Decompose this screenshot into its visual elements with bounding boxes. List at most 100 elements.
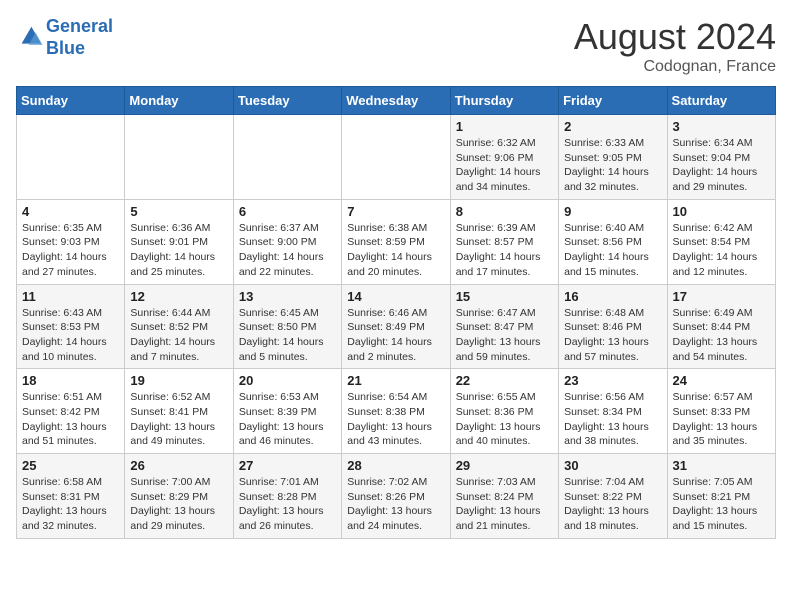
day-number: 21 — [347, 373, 444, 388]
day-detail: Sunrise: 6:57 AM Sunset: 8:33 PM Dayligh… — [673, 390, 770, 449]
col-header-monday: Monday — [125, 87, 233, 115]
logo-icon — [16, 24, 44, 52]
calendar-cell: 4 Sunrise: 6:35 AM Sunset: 9:03 PM Daylig… — [17, 199, 125, 284]
calendar-header-row: SundayMondayTuesdayWednesdayThursdayFrid… — [17, 87, 776, 115]
day-detail: Sunrise: 6:54 AM Sunset: 8:38 PM Dayligh… — [347, 390, 444, 449]
col-header-tuesday: Tuesday — [233, 87, 341, 115]
day-detail: Sunrise: 6:48 AM Sunset: 8:46 PM Dayligh… — [564, 306, 661, 365]
day-number: 26 — [130, 458, 227, 473]
calendar-cell: 29 Sunrise: 7:03 AM Sunset: 8:24 PM Dayli… — [450, 454, 558, 539]
calendar-cell: 15 Sunrise: 6:47 AM Sunset: 8:47 PM Dayli… — [450, 284, 558, 369]
calendar-cell: 9 Sunrise: 6:40 AM Sunset: 8:56 PM Daylig… — [559, 199, 667, 284]
day-detail: Sunrise: 6:58 AM Sunset: 8:31 PM Dayligh… — [22, 475, 119, 534]
calendar-cell: 12Sunrise: 6:44 AM Sunset: 8:52 PM Dayli… — [125, 284, 233, 369]
calendar-cell: 17Sunrise: 6:49 AM Sunset: 8:44 PM Dayli… — [667, 284, 775, 369]
calendar-cell: 16 Sunrise: 6:48 AM Sunset: 8:46 PM Dayli… — [559, 284, 667, 369]
day-detail: Sunrise: 7:00 AM Sunset: 8:29 PM Dayligh… — [130, 475, 227, 534]
calendar-cell: 11Sunrise: 6:43 AM Sunset: 8:53 PM Dayli… — [17, 284, 125, 369]
day-number: 12 — [130, 289, 227, 304]
day-detail: Sunrise: 7:03 AM Sunset: 8:24 PM Dayligh… — [456, 475, 553, 534]
day-number: 10 — [673, 204, 770, 219]
day-detail: Sunrise: 6:56 AM Sunset: 8:34 PM Dayligh… — [564, 390, 661, 449]
day-detail: Sunrise: 6:33 AM Sunset: 9:05 PM Dayligh… — [564, 136, 661, 195]
week-row-4: 18 Sunrise: 6:51 AM Sunset: 8:42 PM Dayli… — [17, 369, 776, 454]
month-title: August 2024 — [574, 16, 776, 58]
day-detail: Sunrise: 6:42 AM Sunset: 8:54 PM Dayligh… — [673, 221, 770, 280]
day-number: 1 — [456, 119, 553, 134]
day-number: 15 — [456, 289, 553, 304]
calendar-cell: 6 Sunrise: 6:37 AM Sunset: 9:00 PM Daylig… — [233, 199, 341, 284]
location-subtitle: Codognan, France — [574, 58, 776, 76]
day-detail: Sunrise: 6:51 AM Sunset: 8:42 PM Dayligh… — [22, 390, 119, 449]
calendar-cell: 23Sunrise: 6:56 AM Sunset: 8:34 PM Dayli… — [559, 369, 667, 454]
day-number: 6 — [239, 204, 336, 219]
calendar-cell — [233, 115, 341, 200]
day-detail: Sunrise: 6:34 AM Sunset: 9:04 PM Dayligh… — [673, 136, 770, 195]
calendar-cell: 22Sunrise: 6:55 AM Sunset: 8:36 PM Dayli… — [450, 369, 558, 454]
calendar-cell: 5 Sunrise: 6:36 AM Sunset: 9:01 PM Daylig… — [125, 199, 233, 284]
day-number: 30 — [564, 458, 661, 473]
col-header-thursday: Thursday — [450, 87, 558, 115]
calendar-cell: 8 Sunrise: 6:39 AM Sunset: 8:57 PM Daylig… — [450, 199, 558, 284]
day-detail: Sunrise: 7:02 AM Sunset: 8:26 PM Dayligh… — [347, 475, 444, 534]
logo: General Blue — [16, 16, 113, 59]
calendar-cell: 10 Sunrise: 6:42 AM Sunset: 8:54 PM Dayli… — [667, 199, 775, 284]
calendar-cell — [342, 115, 450, 200]
calendar-cell: 28 Sunrise: 7:02 AM Sunset: 8:26 PM Dayli… — [342, 454, 450, 539]
day-number: 20 — [239, 373, 336, 388]
day-detail: Sunrise: 6:39 AM Sunset: 8:57 PM Dayligh… — [456, 221, 553, 280]
day-number: 29 — [456, 458, 553, 473]
calendar-cell: 24Sunrise: 6:57 AM Sunset: 8:33 PM Dayli… — [667, 369, 775, 454]
day-detail: Sunrise: 7:01 AM Sunset: 8:28 PM Dayligh… — [239, 475, 336, 534]
day-detail: Sunrise: 6:52 AM Sunset: 8:41 PM Dayligh… — [130, 390, 227, 449]
day-number: 9 — [564, 204, 661, 219]
day-number: 27 — [239, 458, 336, 473]
col-header-friday: Friday — [559, 87, 667, 115]
day-number: 25 — [22, 458, 119, 473]
day-number: 4 — [22, 204, 119, 219]
day-number: 16 — [564, 289, 661, 304]
week-row-2: 4 Sunrise: 6:35 AM Sunset: 9:03 PM Daylig… — [17, 199, 776, 284]
day-detail: Sunrise: 6:32 AM Sunset: 9:06 PM Dayligh… — [456, 136, 553, 195]
calendar-cell: 21 Sunrise: 6:54 AM Sunset: 8:38 PM Dayli… — [342, 369, 450, 454]
logo-text: General Blue — [46, 16, 113, 59]
calendar-cell: 7Sunrise: 6:38 AM Sunset: 8:59 PM Daylig… — [342, 199, 450, 284]
calendar-cell — [125, 115, 233, 200]
day-detail: Sunrise: 6:53 AM Sunset: 8:39 PM Dayligh… — [239, 390, 336, 449]
day-number: 28 — [347, 458, 444, 473]
day-detail: Sunrise: 6:43 AM Sunset: 8:53 PM Dayligh… — [22, 306, 119, 365]
day-number: 18 — [22, 373, 119, 388]
calendar-cell: 3 Sunrise: 6:34 AM Sunset: 9:04 PM Daylig… — [667, 115, 775, 200]
day-number: 5 — [130, 204, 227, 219]
day-number: 19 — [130, 373, 227, 388]
day-detail: Sunrise: 6:38 AM Sunset: 8:59 PM Dayligh… — [347, 221, 444, 280]
day-detail: Sunrise: 6:40 AM Sunset: 8:56 PM Dayligh… — [564, 221, 661, 280]
day-number: 13 — [239, 289, 336, 304]
day-number: 2 — [564, 119, 661, 134]
day-detail: Sunrise: 6:36 AM Sunset: 9:01 PM Dayligh… — [130, 221, 227, 280]
day-detail: Sunrise: 6:37 AM Sunset: 9:00 PM Dayligh… — [239, 221, 336, 280]
day-number: 22 — [456, 373, 553, 388]
col-header-sunday: Sunday — [17, 87, 125, 115]
calendar-cell: 30 Sunrise: 7:04 AM Sunset: 8:22 PM Dayli… — [559, 454, 667, 539]
day-detail: Sunrise: 6:46 AM Sunset: 8:49 PM Dayligh… — [347, 306, 444, 365]
calendar-cell: 13Sunrise: 6:45 AM Sunset: 8:50 PM Dayli… — [233, 284, 341, 369]
calendar-cell: 19 Sunrise: 6:52 AM Sunset: 8:41 PM Dayli… — [125, 369, 233, 454]
day-number: 8 — [456, 204, 553, 219]
calendar-cell: 1 Sunrise: 6:32 AM Sunset: 9:06 PM Daylig… — [450, 115, 558, 200]
day-detail: Sunrise: 6:35 AM Sunset: 9:03 PM Dayligh… — [22, 221, 119, 280]
calendar-cell: 26 Sunrise: 7:00 AM Sunset: 8:29 PM Dayli… — [125, 454, 233, 539]
title-block: August 2024 Codognan, France — [574, 16, 776, 76]
week-row-1: 1 Sunrise: 6:32 AM Sunset: 9:06 PM Daylig… — [17, 115, 776, 200]
calendar-cell: 2 Sunrise: 6:33 AM Sunset: 9:05 PM Daylig… — [559, 115, 667, 200]
calendar-table: SundayMondayTuesdayWednesdayThursdayFrid… — [16, 86, 776, 539]
day-detail: Sunrise: 6:47 AM Sunset: 8:47 PM Dayligh… — [456, 306, 553, 365]
day-number: 14 — [347, 289, 444, 304]
day-number: 31 — [673, 458, 770, 473]
calendar-cell: 20 Sunrise: 6:53 AM Sunset: 8:39 PM Dayli… — [233, 369, 341, 454]
day-number: 3 — [673, 119, 770, 134]
calendar-cell — [17, 115, 125, 200]
calendar-cell: 25 Sunrise: 6:58 AM Sunset: 8:31 PM Dayli… — [17, 454, 125, 539]
calendar-cell: 31Sunrise: 7:05 AM Sunset: 8:21 PM Dayli… — [667, 454, 775, 539]
day-detail: Sunrise: 7:04 AM Sunset: 8:22 PM Dayligh… — [564, 475, 661, 534]
